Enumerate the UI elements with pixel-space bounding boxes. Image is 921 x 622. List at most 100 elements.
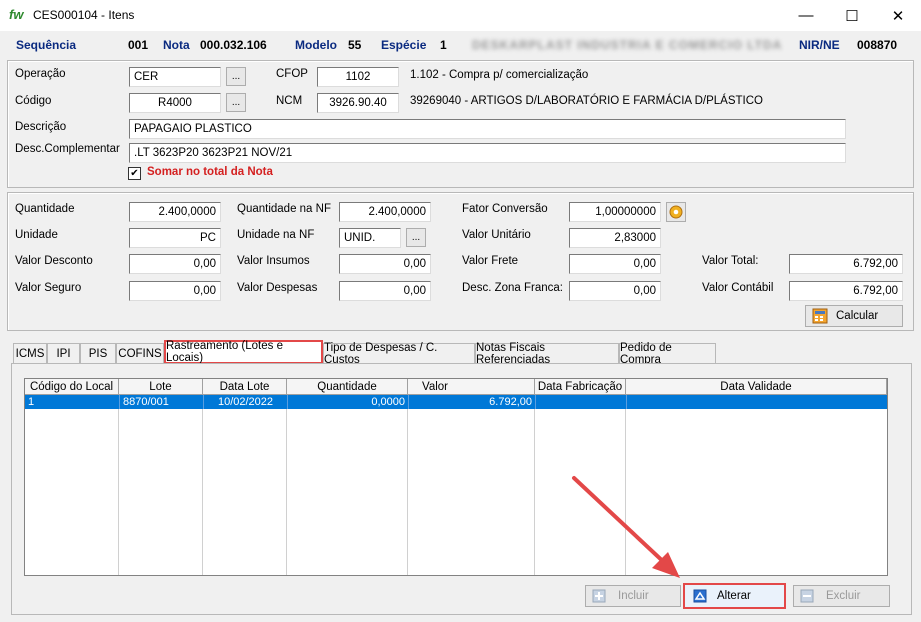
calculator-icon <box>812 308 828 324</box>
add-icon <box>592 589 606 603</box>
tab-ipi[interactable]: IPI <box>47 343 80 363</box>
col-quantidade[interactable]: Quantidade <box>287 379 408 395</box>
modelo-value: 55 <box>348 38 362 52</box>
tab-rastreamento[interactable]: Rastreamento (Lotes e Locais) <box>164 340 323 364</box>
valor-despesas-input[interactable]: 0,00 <box>339 281 431 301</box>
quantidade-nf-label: Quantidade na NF <box>237 203 331 215</box>
codigo-lookup-button[interactable]: ... <box>226 93 246 112</box>
tab-pis[interactable]: PIS <box>80 343 116 363</box>
descricao-input[interactable]: PAPAGAIO PLASTICO <box>129 119 846 139</box>
valor-frete-label: Valor Frete <box>462 255 519 267</box>
ncm-description: 39269040 - ARTIGOS D/LABORATÓRIO E FARMÁ… <box>410 95 763 107</box>
operacao-lookup-button[interactable]: ... <box>226 67 246 86</box>
valor-insumos-input[interactable]: 0,00 <box>339 254 431 274</box>
col-lote[interactable]: Lote <box>119 379 203 395</box>
col-divider <box>408 409 535 575</box>
cell-valor[interactable]: 6.792,00 <box>408 395 535 409</box>
col-valor[interactable]: Valor <box>408 379 535 395</box>
valor-unitario-input[interactable]: 2,83000 <box>569 228 661 248</box>
descricao-label: Descrição <box>15 121 67 133</box>
fator-gear-button[interactable] <box>666 202 686 222</box>
col-data-lote[interactable]: Data Lote <box>203 379 287 395</box>
excluir-button[interactable]: Excluir <box>793 585 890 607</box>
quantidade-nf-input[interactable]: 2.400,0000 <box>339 202 431 222</box>
somar-label: Somar no total da Nota <box>147 166 273 178</box>
valor-contabil-input[interactable]: 6.792,00 <box>789 281 903 301</box>
codigo-input[interactable]: R4000 <box>129 93 221 113</box>
valor-seguro-input[interactable]: 0,00 <box>129 281 221 301</box>
col-codigo-local[interactable]: Código do Local <box>25 379 119 395</box>
especie-value: 1 <box>440 38 447 52</box>
unidade-nf-label: Unidade na NF <box>237 229 315 241</box>
unidade-input[interactable]: PC <box>129 228 221 248</box>
valor-total-input[interactable]: 6.792,00 <box>789 254 903 274</box>
quantidade-input[interactable]: 2.400,0000 <box>129 202 221 222</box>
quantidade-label: Quantidade <box>15 203 75 215</box>
cell-data-fabricacao[interactable] <box>535 395 626 409</box>
cell-codigo-local[interactable]: 1 <box>25 395 119 409</box>
unidade-nf-lookup-button[interactable]: ... <box>406 228 426 247</box>
cell-data-validade[interactable] <box>626 395 887 409</box>
fator-conversao-label: Fator Conversão <box>462 203 548 215</box>
alterar-label: Alterar <box>717 590 751 602</box>
incluir-button[interactable]: Incluir <box>585 585 681 607</box>
cell-lote[interactable]: 8870/001 <box>119 395 203 409</box>
tab-icms[interactable]: ICMS <box>13 343 47 363</box>
tab-tipo-despesas[interactable]: Tipo de Despesas / C. Custos <box>323 342 475 366</box>
supplier-name: DESKARPLAST INDUSTRIA E COMERCIO LTDA <box>472 38 783 52</box>
ncm-input[interactable]: 3926.90.40 <box>317 93 399 113</box>
desc-complementar-label: Desc.Complementar <box>15 143 120 155</box>
cfop-description: 1.102 - Compra p/ comercialização <box>410 69 589 81</box>
window-title: CES000104 - Itens <box>33 8 135 22</box>
excluir-label: Excluir <box>826 590 861 602</box>
valor-desconto-input[interactable]: 0,00 <box>129 254 221 274</box>
desc-complementar-textarea[interactable]: .LT 3623P20 3623P21 NOV/21 <box>129 143 846 163</box>
tab-notas-referenciadas[interactable]: Notas Fiscais Referenciadas <box>475 342 619 366</box>
minimize-button[interactable]: — <box>783 0 829 31</box>
col-divider <box>203 409 287 575</box>
cfop-label: CFOP <box>276 68 308 80</box>
calcular-label: Calcular <box>836 310 879 322</box>
maximize-button[interactable]: ☐ <box>829 0 875 31</box>
cfop-input[interactable]: 1102 <box>317 67 399 87</box>
operacao-label: Operação <box>15 68 66 80</box>
tab-cofins[interactable]: COFINS <box>116 343 164 363</box>
lotes-grid[interactable]: Código do Local Lote Data Lote Quantidad… <box>24 378 888 576</box>
valor-insumos-label: Valor Insumos <box>237 255 310 267</box>
codigo-label: Código <box>15 95 52 107</box>
calcular-button[interactable]: Calcular <box>805 305 903 327</box>
valor-despesas-label: Valor Despesas <box>237 282 318 294</box>
nota-label: Nota <box>163 38 190 52</box>
col-data-fabricacao[interactable]: Data Fabricação <box>535 379 626 395</box>
delete-icon <box>800 589 814 603</box>
col-divider <box>287 409 408 575</box>
cell-quantidade[interactable]: 0,0000 <box>287 395 408 409</box>
desc-zona-franca-label: Desc. Zona Franca: <box>462 282 563 294</box>
unidade-nf-input[interactable]: UNID. <box>339 228 401 248</box>
desc-zona-franca-input[interactable]: 0,00 <box>569 281 661 301</box>
tab-pedido-compra[interactable]: Pedido de Compra <box>619 342 716 366</box>
valor-frete-input[interactable]: 0,00 <box>569 254 661 274</box>
valor-desconto-label: Valor Desconto <box>15 255 93 267</box>
operacao-input[interactable]: CER <box>129 67 221 87</box>
col-divider <box>25 409 119 575</box>
somar-checkbox[interactable]: ✔ <box>128 167 141 180</box>
nir-value: 008870 <box>857 38 898 52</box>
cell-data-lote[interactable]: 10/02/2022 <box>203 395 287 409</box>
app-logo-icon: fw <box>9 7 24 22</box>
valor-total-label: Valor Total: <box>702 255 759 267</box>
incluir-label: Incluir <box>618 590 649 602</box>
especie-label: Espécie <box>381 38 427 52</box>
close-button[interactable]: ✕ <box>875 0 921 31</box>
valor-seguro-label: Valor Seguro <box>15 282 82 294</box>
alterar-button[interactable]: Alterar <box>683 583 786 609</box>
valor-unitario-label: Valor Unitário <box>462 229 531 241</box>
col-data-validade[interactable]: Data Validade <box>626 379 887 395</box>
gear-icon <box>669 205 683 219</box>
ncm-label: NCM <box>276 95 303 107</box>
unidade-label: Unidade <box>15 229 58 241</box>
nota-value: 000.032.106 <box>200 38 267 52</box>
fator-conversao-input[interactable]: 1,00000000 <box>569 202 661 222</box>
sequencia-label: Sequência <box>16 38 77 52</box>
valor-contabil-label: Valor Contábil <box>702 282 774 294</box>
